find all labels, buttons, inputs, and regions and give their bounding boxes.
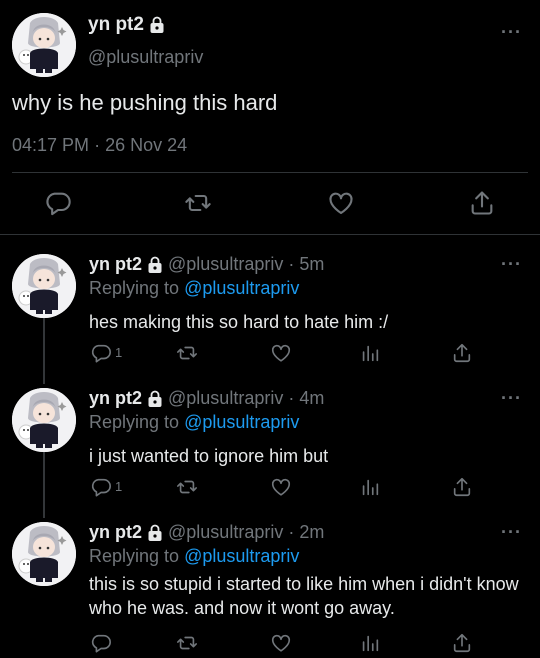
tweet-actions (0, 187, 540, 219)
views-icon[interactable] (359, 476, 381, 498)
reply-count: 1 (115, 345, 123, 360)
avatar[interactable] (12, 13, 76, 77)
replying-to: Replying to @plusultrapriv (89, 546, 299, 567)
tweet-age: · 5m (288, 254, 325, 274)
views-icon[interactable] (359, 632, 381, 654)
avatar[interactable] (12, 522, 76, 586)
tweet-actions: 1 (0, 342, 540, 364)
share-icon[interactable] (451, 342, 473, 364)
display-name[interactable]: yn pt2 (89, 254, 142, 275)
user-handle[interactable]: @plusultrapriv (168, 522, 283, 543)
more-icon[interactable]: ··· (501, 22, 522, 43)
tweet-time: 04:17 PM (12, 135, 90, 155)
user-handle[interactable]: @plusultrapriv (88, 47, 203, 68)
tweet-age: · 4m (288, 388, 325, 408)
reply-header: yn pt2 @plusultrapriv · 2m (89, 522, 324, 543)
divider (0, 234, 540, 235)
reply-icon[interactable] (90, 632, 112, 654)
replying-to: Replying to @plusultrapriv (89, 278, 299, 299)
reply-header: yn pt2 @plusultrapriv · 4m (89, 388, 324, 409)
more-icon[interactable]: ··· (501, 522, 522, 543)
reply-icon[interactable] (44, 189, 72, 217)
lock-icon (147, 256, 163, 274)
tweet-actions (0, 632, 540, 654)
timestamp-dot: · (94, 135, 101, 155)
divider (12, 172, 528, 173)
replying-to-link[interactable]: @plusultrapriv (184, 412, 299, 432)
replying-to-link[interactable]: @plusultrapriv (184, 546, 299, 566)
share-icon[interactable] (468, 189, 496, 217)
like-icon[interactable] (327, 189, 355, 217)
tweet-text: this is so stupid i started to like him … (89, 574, 519, 618)
share-icon[interactable] (451, 476, 473, 498)
user-handle[interactable]: @plusultrapriv (168, 388, 283, 409)
tweet-actions: 1 (0, 476, 540, 498)
reply-icon[interactable] (90, 342, 112, 364)
more-icon[interactable]: ··· (501, 254, 522, 275)
views-icon[interactable] (359, 342, 381, 364)
display-name[interactable]: yn pt2 (89, 388, 142, 409)
replying-to-prefix: Replying to (89, 278, 180, 298)
reply-tweet[interactable]: yn pt2 @plusultrapriv · 5m ··· Replying … (0, 254, 540, 384)
replying-to: Replying to @plusultrapriv (89, 412, 299, 433)
lock-icon (149, 16, 165, 34)
share-icon[interactable] (451, 632, 473, 654)
lock-icon (147, 390, 163, 408)
like-icon[interactable] (270, 632, 292, 654)
replying-to-prefix: Replying to (89, 412, 180, 432)
reply-count: 1 (115, 479, 123, 494)
tweet-text: hes making this so hard to hate him :/ (89, 312, 389, 332)
retweet-icon[interactable] (184, 189, 212, 217)
user-handle[interactable]: @plusultrapriv (168, 254, 283, 275)
display-name-text[interactable]: yn pt2 (88, 14, 144, 36)
reply-icon[interactable] (90, 476, 112, 498)
tweet-age: · 2m (288, 522, 325, 542)
reply-tweet[interactable]: yn pt2 @plusultrapriv · 4m ··· Replying … (0, 388, 540, 518)
main-tweet[interactable]: yn pt2 @plusultrapriv ··· why is he push… (0, 0, 540, 235)
retweet-icon[interactable] (176, 632, 198, 654)
retweet-icon[interactable] (176, 476, 198, 498)
replying-to-prefix: Replying to (89, 546, 180, 566)
display-name[interactable]: yn pt2 (88, 14, 165, 36)
avatar[interactable] (12, 254, 76, 318)
replying-to-link[interactable]: @plusultrapriv (184, 278, 299, 298)
reply-tweet[interactable]: yn pt2 @plusultrapriv · 2m ··· Replying … (0, 522, 540, 658)
retweet-icon[interactable] (176, 342, 198, 364)
tweet-date: 26 Nov 24 (105, 135, 188, 155)
lock-icon (147, 524, 163, 542)
like-icon[interactable] (270, 342, 292, 364)
tweet-text: i just wanted to ignore him but (89, 446, 329, 466)
reply-header: yn pt2 @plusultrapriv · 5m (89, 254, 324, 275)
tweet-timestamp[interactable]: 04:17 PM · 26 Nov 24 (12, 135, 187, 156)
tweet-text: why is he pushing this hard (12, 90, 278, 115)
more-icon[interactable]: ··· (501, 388, 522, 409)
display-name[interactable]: yn pt2 (89, 522, 142, 543)
avatar[interactable] (12, 388, 76, 452)
like-icon[interactable] (270, 476, 292, 498)
